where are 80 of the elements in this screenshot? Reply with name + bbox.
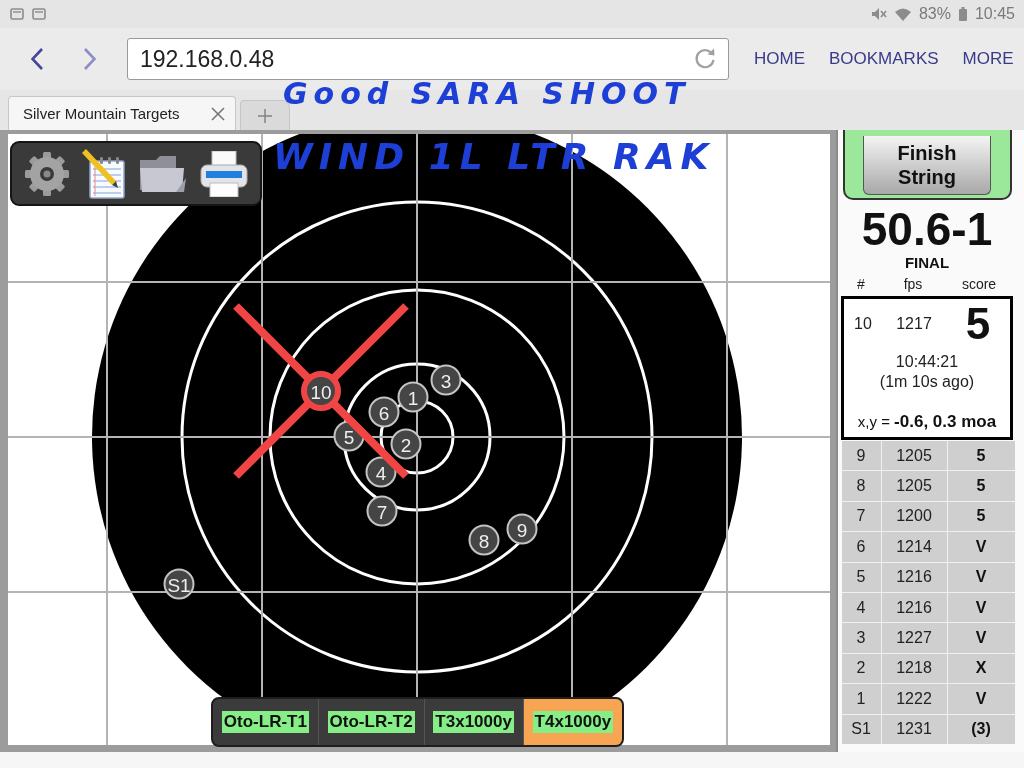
column-header: # xyxy=(856,275,866,293)
shot-marker: 4 xyxy=(365,456,397,488)
table-cell: V xyxy=(947,532,1015,562)
shot-marker: 1 xyxy=(397,381,429,413)
reload-icon[interactable] xyxy=(694,48,716,70)
battery-icon xyxy=(958,7,967,21)
notepad-icon[interactable] xyxy=(82,148,126,199)
battery-percent: 83% xyxy=(918,5,951,23)
menu-link[interactable]: HOME xyxy=(754,49,805,69)
table-cell: V xyxy=(947,562,1015,592)
column-header: score xyxy=(960,275,998,293)
table-cell: 1205 xyxy=(881,471,947,501)
wifi-icon xyxy=(894,7,911,21)
target-tab[interactable]: T3x1000y xyxy=(424,699,524,745)
table-cell: V xyxy=(947,684,1015,714)
shot-position: x,y = -0.6, 0.3 moa xyxy=(857,412,997,432)
shot-number: 10 xyxy=(853,315,873,333)
clock-time: 10:45 xyxy=(974,5,1015,23)
string-status: FINAL xyxy=(904,254,950,272)
table-cell: 1 xyxy=(841,684,881,714)
shot-marker: 7 xyxy=(366,495,398,527)
notification-icon xyxy=(10,8,24,20)
url-text: 192.168.0.48 xyxy=(140,45,275,73)
table-cell: 1200 xyxy=(881,501,947,532)
finish-string-button[interactable]: Finish String xyxy=(863,136,991,195)
table-cell: 1205 xyxy=(881,441,947,471)
target-tab[interactable]: Oto-LR-T2 xyxy=(318,699,425,745)
shot-marker: 2 xyxy=(390,428,422,460)
plus-icon xyxy=(258,108,272,123)
forward-icon[interactable] xyxy=(84,48,96,70)
table-cell: S1 xyxy=(841,714,881,744)
shot-marker: 3 xyxy=(430,364,462,396)
menu-link[interactable]: BOOKMARKS xyxy=(829,49,939,69)
table-cell: 4 xyxy=(841,592,881,623)
shot-time: 10:44:21 xyxy=(895,352,959,372)
table-cell: 5 xyxy=(947,501,1015,532)
table-cell: V xyxy=(947,592,1015,623)
shot-marker: 6 xyxy=(368,396,400,428)
shot-age: (1m 10s ago) xyxy=(879,372,975,392)
target-tab[interactable]: Oto-LR-T1 xyxy=(213,699,319,745)
table-cell: 1218 xyxy=(881,653,947,684)
tab-title: Silver Mountain Targets xyxy=(23,105,180,122)
shot-marker: 8 xyxy=(468,524,500,556)
table-cell: V xyxy=(947,623,1015,653)
shot-score: 5 xyxy=(964,299,992,349)
shot-marker: 10 xyxy=(301,371,341,411)
printer-icon[interactable] xyxy=(200,150,248,197)
browser-tab[interactable]: Silver Mountain Targets xyxy=(8,96,236,130)
table-cell: 1214 xyxy=(881,532,947,562)
folder-icon[interactable] xyxy=(138,153,188,194)
table-cell: 1222 xyxy=(881,684,947,714)
shot-fps: 1217 xyxy=(895,315,933,333)
shot-marker: 5 xyxy=(333,420,365,452)
table-cell: X xyxy=(947,653,1015,684)
table-cell: (3) xyxy=(947,714,1015,744)
address-field[interactable]: 192.168.0.48 xyxy=(127,38,729,80)
column-header: fps xyxy=(902,275,924,293)
table-cell: 1216 xyxy=(881,592,947,623)
table-cell: 5 xyxy=(947,441,1015,471)
table-cell: 6 xyxy=(841,532,881,562)
menu-link[interactable]: MORE xyxy=(962,49,1014,69)
mute-icon xyxy=(870,7,887,21)
notification-icon xyxy=(32,8,46,20)
shot-marker: S1 xyxy=(163,568,195,600)
table-cell: 5 xyxy=(947,471,1015,501)
table-cell: 3 xyxy=(841,623,881,653)
back-icon[interactable] xyxy=(31,48,43,70)
total-score: 50.6-1 xyxy=(861,205,993,253)
table-cell: 1231 xyxy=(881,714,947,744)
table-cell: 2 xyxy=(841,653,881,684)
settings-icon[interactable] xyxy=(24,150,70,197)
table-cell: 5 xyxy=(841,562,881,592)
table-cell: 8 xyxy=(841,471,881,501)
table-cell: 1227 xyxy=(881,623,947,653)
shot-marker: 9 xyxy=(506,513,538,545)
table-cell: 1216 xyxy=(881,562,947,592)
table-cell: 9 xyxy=(841,441,881,471)
close-icon[interactable] xyxy=(211,106,225,121)
target-tab[interactable]: T4x1000y xyxy=(523,699,622,745)
table-cell: 7 xyxy=(841,501,881,532)
